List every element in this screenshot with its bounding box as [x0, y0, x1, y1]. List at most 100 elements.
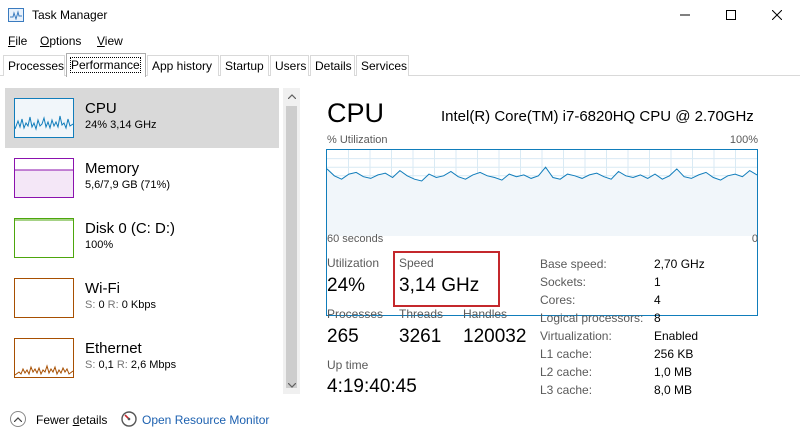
- cpu-utilization-graph: [326, 149, 758, 316]
- info-value: Enabled: [654, 329, 699, 343]
- fewer-details-text: Fewer: [36, 413, 73, 427]
- cpu-detail-panel: CPU Intel(R) Core(TM) i7-6820HQ CPU @ 2.…: [300, 84, 800, 397]
- resource-monitor-icon: [120, 410, 138, 428]
- menu-view[interactable]: View: [97, 34, 123, 48]
- menu-options[interactable]: Options: [40, 34, 81, 48]
- close-button[interactable]: [754, 0, 800, 30]
- minimize-icon: [680, 14, 690, 16]
- uptime-value: 4:19:40:45: [327, 376, 417, 397]
- scroll-down-button[interactable]: [283, 377, 300, 394]
- scroll-up-button[interactable]: [283, 88, 300, 105]
- cpu-model: Intel(R) Core(TM) i7-6820HQ CPU @ 2.70GH…: [441, 108, 754, 125]
- graph-max-label: 100%: [729, 134, 758, 146]
- receive-value: 0 Kbps: [121, 299, 156, 311]
- tab-label: Details: [315, 59, 352, 73]
- graph-time-right: 0: [751, 233, 758, 245]
- speed-value: 3,14 GHz: [399, 275, 480, 296]
- send-value: 0,1: [98, 359, 114, 371]
- sidebar-item-detail: S: 0 R: 0 Kbps: [85, 299, 156, 311]
- info-value: 4: [654, 293, 661, 307]
- tab-performance[interactable]: Performance: [66, 53, 146, 77]
- info-value: 8: [654, 311, 661, 325]
- minimize-button[interactable]: [662, 0, 708, 30]
- scrollbar-thumb[interactable]: [286, 106, 297, 388]
- menu-view-accel: V: [97, 34, 105, 48]
- sidebar-item-cpu[interactable]: CPU 24% 3,14 GHz: [5, 88, 279, 148]
- menu-file-label: ile: [15, 34, 28, 48]
- info-label: Virtualization:: [540, 329, 612, 343]
- info-label: L1 cache:: [540, 347, 593, 361]
- cpu-graph-plot: [327, 150, 757, 236]
- uptime-label: Up time: [327, 358, 369, 372]
- ethernet-thumbnail: [14, 338, 74, 378]
- footer-bar: Fewer details Open Resource Monitor: [0, 404, 800, 434]
- task-manager-icon: [8, 8, 24, 22]
- page-title: CPU: [327, 98, 385, 128]
- info-label: L3 cache:: [540, 383, 593, 397]
- memory-thumbnail: [14, 158, 74, 198]
- tab-app-history[interactable]: App history: [147, 55, 219, 76]
- tab-label: App history: [152, 59, 213, 73]
- info-label: L2 cache:: [540, 365, 593, 379]
- disk-thumbnail: [14, 218, 74, 258]
- tab-label: Processes: [8, 59, 65, 73]
- receive-label: R:: [107, 299, 119, 311]
- sidebar-item-wifi[interactable]: Wi-Fi S: 0 R: 0 Kbps: [5, 268, 279, 328]
- graph-label: % Utilization: [327, 134, 388, 146]
- info-label: Base speed:: [540, 257, 607, 271]
- graph-time-left: 60 seconds: [327, 233, 384, 245]
- open-resource-monitor-link[interactable]: Open Resource Monitor: [142, 413, 269, 427]
- receive-value: 2,6 Mbps: [130, 359, 177, 371]
- info-value: 2,70 GHz: [654, 257, 705, 271]
- speed-label: Speed: [399, 256, 434, 270]
- handles-value: 120032: [463, 326, 527, 347]
- title-bar: Task Manager: [0, 0, 800, 31]
- processes-value: 265: [327, 326, 359, 347]
- window-title: Task Manager: [32, 8, 108, 22]
- tab-details[interactable]: Details: [310, 55, 355, 76]
- info-label: Cores:: [540, 293, 576, 307]
- tab-label: Startup: [225, 59, 264, 73]
- handles-label: Handles: [463, 307, 508, 321]
- utilization-label: Utilization: [327, 256, 380, 270]
- threads-value: 3261: [399, 326, 442, 347]
- sidebar-item-title: Wi-Fi: [85, 280, 120, 297]
- chevron-up-icon: [287, 94, 296, 99]
- menu-file[interactable]: File: [8, 34, 27, 48]
- sidebar-item-detail: 5,6/7,9 GB (71%): [85, 179, 170, 191]
- tab-bar: Processes Performance App history Startu…: [0, 53, 800, 77]
- menu-view-label: iew: [104, 34, 123, 48]
- utilization-value: 24%: [327, 275, 366, 296]
- tab-users[interactable]: Users: [270, 55, 309, 76]
- info-label: Sockets:: [540, 275, 587, 289]
- menu-bar: File Options View: [0, 31, 800, 51]
- send-value: 0: [98, 299, 105, 311]
- maximize-icon: [726, 10, 736, 20]
- tab-label: Services: [361, 59, 408, 73]
- tab-label: Users: [275, 59, 307, 73]
- info-value: 1,0 MB: [654, 365, 693, 379]
- info-label: Logical processors:: [540, 311, 644, 325]
- sidebar-item-title: Ethernet: [85, 340, 142, 357]
- sidebar-item-title: Disk 0 (C: D:): [85, 220, 175, 237]
- fewer-details-link[interactable]: Fewer details: [36, 413, 107, 427]
- sidebar-item-title: CPU: [85, 100, 117, 117]
- menu-options-label: ptions: [49, 34, 82, 48]
- sidebar-item-memory[interactable]: Memory 5,6/7,9 GB (71%): [5, 148, 279, 208]
- sidebar-scrollbar[interactable]: [283, 88, 300, 394]
- fewer-details-toggle[interactable]: [10, 411, 26, 427]
- threads-label: Threads: [399, 307, 444, 321]
- menu-options-accel: O: [40, 34, 50, 48]
- wifi-thumbnail: [14, 278, 74, 318]
- send-label: S:: [85, 299, 96, 311]
- tab-services[interactable]: Services: [356, 55, 409, 76]
- close-icon: [772, 10, 782, 20]
- sidebar-item-disk[interactable]: Disk 0 (C: D:) 100%: [5, 208, 279, 268]
- maximize-button[interactable]: [708, 0, 754, 30]
- receive-label: R:: [116, 359, 128, 371]
- sidebar-item-detail: 24% 3,14 GHz: [85, 119, 157, 131]
- sidebar-item-ethernet[interactable]: Ethernet S: 0,1 R: 2,6 Mbps: [5, 328, 279, 388]
- tab-startup[interactable]: Startup: [220, 55, 269, 76]
- chevron-down-icon: [287, 383, 296, 388]
- tab-processes[interactable]: Processes: [3, 55, 65, 76]
